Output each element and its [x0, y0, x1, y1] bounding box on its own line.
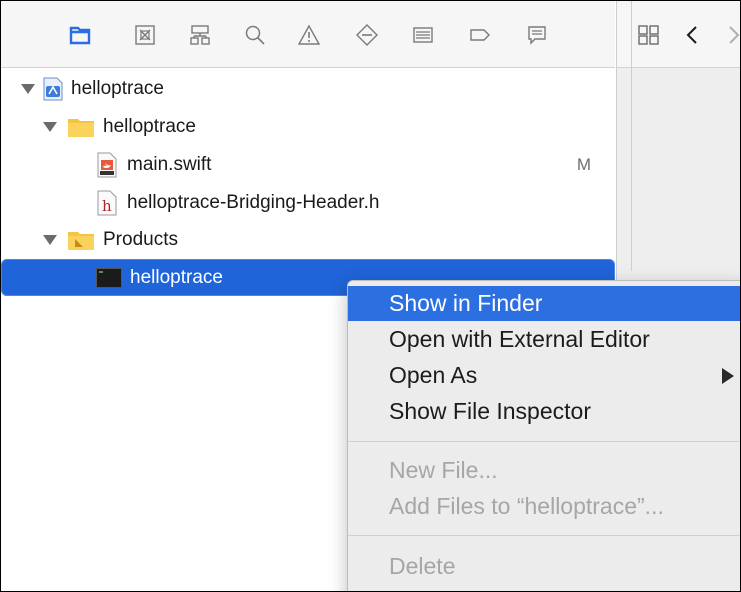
menu-item-add-files: Add Files to “helloptrace”... — [348, 489, 740, 524]
editor-jump-bar — [616, 1, 740, 68]
related-items-icon[interactable] — [637, 23, 661, 47]
tree-row-label: Products — [103, 228, 178, 250]
debug-icon[interactable] — [411, 23, 435, 47]
swift-file-icon — [97, 152, 117, 178]
menu-item-label: Show in Finder — [389, 290, 543, 316]
tree-row-folder[interactable]: Products — [1, 221, 615, 258]
report-icon[interactable] — [525, 23, 549, 47]
symbol-navigator-icon[interactable] — [188, 23, 212, 47]
menu-item-show-in-finder[interactable]: Show in Finder — [348, 286, 740, 321]
forward-icon[interactable] — [721, 23, 740, 47]
tree-row-label: main.swift — [127, 153, 212, 175]
pane-divider — [631, 1, 632, 271]
folder-icon — [67, 116, 95, 138]
menu-separator — [348, 535, 740, 536]
menu-item-label: Add Files to “helloptrace”... — [389, 493, 664, 519]
project-navigator-icon[interactable] — [68, 23, 92, 47]
tree-row-file[interactable]: h helloptrace-Bridging-Header.h — [1, 184, 615, 221]
find-icon[interactable] — [243, 23, 267, 47]
tree-row-project[interactable]: helloptrace — [1, 70, 615, 107]
menu-item-open-with-external-editor[interactable]: Open with External Editor — [348, 322, 740, 357]
executable-icon — [96, 267, 122, 288]
svg-text:h: h — [102, 197, 112, 215]
test-icon[interactable] — [355, 23, 379, 47]
source-control-status-badge: M — [576, 154, 591, 174]
tree-row-file[interactable]: main.swift M — [1, 146, 615, 183]
context-menu: Show in Finder Open with External Editor… — [347, 280, 740, 591]
menu-item-label: Delete — [389, 553, 456, 579]
source-control-icon[interactable] — [133, 23, 157, 47]
menu-item-open-as[interactable]: Open As — [348, 358, 740, 393]
tree-row-label: helloptrace-Bridging-Header.h — [127, 191, 380, 213]
back-icon[interactable] — [681, 23, 705, 47]
project-icon — [43, 77, 63, 101]
menu-separator — [348, 441, 740, 442]
issue-icon[interactable] — [297, 23, 321, 47]
menu-item-delete: Delete — [348, 549, 740, 584]
header-file-icon: h — [97, 190, 117, 216]
menu-item-label: Show File Inspector — [389, 398, 591, 424]
menu-item-label: Open As — [389, 362, 478, 388]
submenu-arrow-icon — [722, 368, 734, 384]
navigator-selector-bar — [1, 1, 615, 68]
disclosure-triangle-icon[interactable] — [21, 83, 35, 94]
menu-item-label: New File... — [389, 457, 498, 483]
tree-row-label: helloptrace — [103, 115, 196, 137]
tree-row-label: helloptrace — [130, 266, 223, 288]
menu-item-label: Open with External Editor — [389, 326, 650, 352]
menu-item-show-file-inspector[interactable]: Show File Inspector — [348, 394, 740, 429]
products-folder-icon — [67, 229, 95, 251]
tree-row-folder[interactable]: helloptrace — [1, 108, 615, 145]
disclosure-triangle-icon[interactable] — [43, 234, 57, 245]
disclosure-triangle-icon[interactable] — [43, 121, 57, 132]
tree-row-label: helloptrace — [71, 77, 164, 99]
menu-item-new-file: New File... — [348, 453, 740, 488]
breakpoint-icon[interactable] — [468, 23, 492, 47]
xcode-window: helloptrace helloptrace main.swift M h h… — [0, 0, 741, 592]
